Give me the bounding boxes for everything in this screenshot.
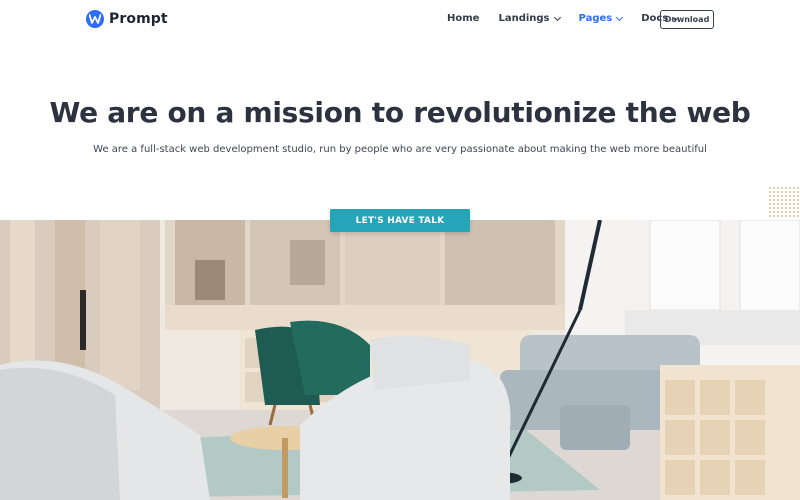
hero-subtitle: We are a full-stack web development stud… (93, 144, 707, 155)
download-button[interactable]: Download (660, 10, 714, 29)
nav-item-label: Landings (498, 13, 550, 24)
nav-item-label: Pages (578, 13, 613, 24)
office-lounge-illustration (0, 220, 800, 500)
brand-name: Prompt (109, 11, 168, 27)
chevron-down-icon (553, 13, 561, 21)
brand-logo[interactable]: Prompt (86, 10, 168, 28)
hero-title-start: We are on a mission to (49, 96, 404, 129)
nav-item-label: Home (447, 13, 480, 24)
nav-item-pages[interactable]: Pages (578, 13, 624, 24)
nav-item-home[interactable]: Home (447, 13, 479, 24)
hero-title-highlight: revolutionize (413, 96, 619, 129)
nav-item-landings[interactable]: Landings (498, 13, 561, 24)
chevron-down-icon (616, 13, 624, 21)
hero-title-end: the web (625, 96, 751, 129)
hero-title-highlight-text: revolutionize (413, 96, 617, 129)
hero-office-image (0, 220, 800, 500)
lets-have-talk-button[interactable]: LET'S HAVE TALK (330, 209, 470, 232)
decorative-dot-pattern (768, 186, 800, 218)
hero-title: We are on a mission to revolutionize the… (0, 96, 800, 129)
top-navbar: Prompt Home Landings Pages Docs Download (0, 0, 800, 40)
w-logo-icon (86, 10, 104, 28)
